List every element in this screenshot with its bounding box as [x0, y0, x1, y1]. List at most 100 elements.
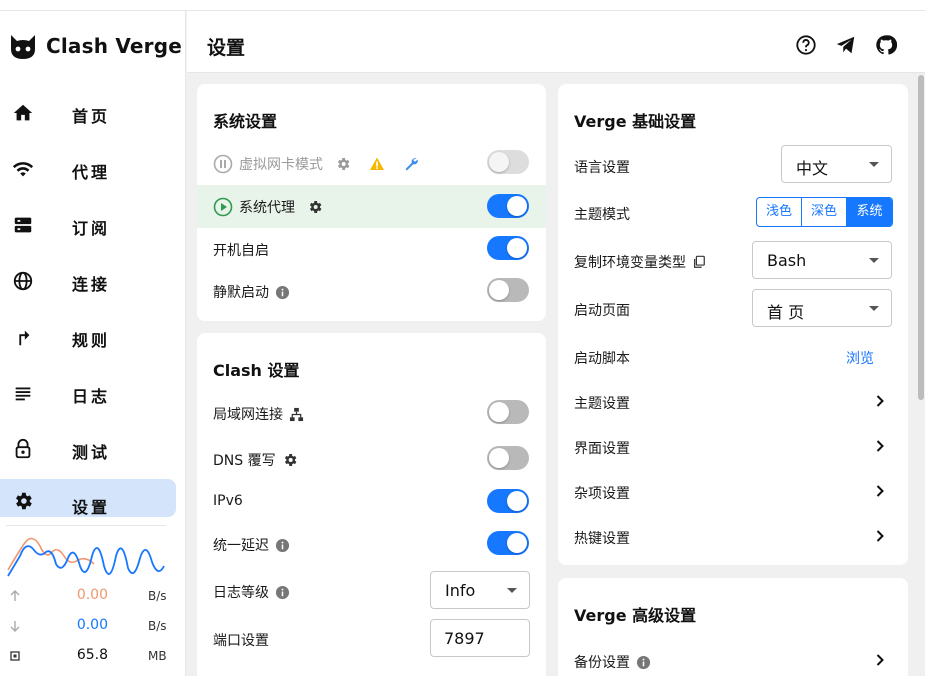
language-label: 语言设置 [574, 160, 630, 176]
dns-toggle[interactable] [487, 446, 529, 470]
download-line [7, 545, 165, 577]
ipv6-row: IPv6 [197, 481, 546, 521]
lan-row: 局域网连接 [197, 392, 546, 432]
start-page-value: 首 页 [767, 303, 805, 322]
telegram-icon[interactable] [835, 34, 857, 56]
page-header: 设置 [187, 11, 925, 73]
system-proxy-toggle[interactable] [487, 194, 529, 218]
chevron-right-icon [876, 530, 884, 542]
sidebar-item-logs[interactable]: 日志 [0, 370, 176, 416]
unified-delay-row: 统一延迟 [197, 523, 546, 563]
globe-icon [13, 271, 33, 291]
silent-start-toggle[interactable] [487, 278, 529, 302]
clash-settings-title: Clash 设置 [213, 361, 300, 380]
sidebar: Clash Verge 首页 代理 订阅 连接 规则 日志 测试 设置 0.00… [0, 11, 186, 676]
app-name: Clash Verge [46, 34, 183, 58]
verge-advanced-card: Verge 高级设置 备份设置 [558, 578, 908, 676]
auto-launch-toggle[interactable] [487, 236, 529, 260]
play-circle-icon [213, 197, 233, 217]
clash-settings-card: Clash 设置 局域网连接 DNS 覆写 IPv6 统一延迟 日志等级 Inf… [197, 333, 546, 676]
app-logo: Clash Verge [8, 31, 182, 61]
main-scrollbar[interactable] [917, 73, 925, 676]
gear-icon [16, 492, 32, 510]
info-icon[interactable] [275, 538, 290, 553]
page-title: 设置 [207, 37, 246, 59]
language-select[interactable]: 中文 [781, 145, 892, 183]
browse-button[interactable]: 浏览 [846, 348, 874, 368]
sidebar-item-home[interactable]: 首页 [0, 90, 176, 136]
sidebar-item-connections[interactable]: 连接 [0, 258, 176, 304]
dns-settings-gear-icon[interactable] [282, 452, 298, 468]
port-row: 端口设置 7897 [197, 618, 546, 658]
silent-start-label: 静默启动 [213, 285, 269, 301]
env-type-select[interactable]: Bash [752, 241, 892, 279]
lines-icon [15, 387, 31, 401]
layout-settings-row[interactable]: 界面设置 [558, 426, 908, 466]
tun-settings-gear-icon[interactable] [335, 156, 351, 172]
unified-delay-toggle[interactable] [487, 531, 529, 555]
info-icon[interactable] [275, 285, 290, 300]
info-icon[interactable] [636, 655, 651, 670]
backup-settings-label: 备份设置 [574, 655, 630, 671]
log-level-select[interactable]: Info [430, 571, 530, 609]
info-icon[interactable] [275, 585, 290, 600]
theme-settings-row[interactable]: 主题设置 [558, 381, 908, 421]
log-level-value: Info [445, 581, 476, 600]
sidebar-item-rules[interactable]: 规则 [0, 314, 176, 360]
copy-icon[interactable] [692, 255, 706, 269]
cat-logo-icon [11, 35, 35, 59]
theme-light-button[interactable]: 浅色 [757, 198, 802, 226]
theme-mode-label: 主题模式 [574, 207, 630, 223]
sidebar-item-test[interactable]: 测试 [0, 426, 176, 472]
theme-mode-segmented: 浅色 深色 系统 [756, 197, 893, 227]
port-input[interactable]: 7897 [430, 619, 530, 657]
tun-mode-label: 虚拟网卡模式 [239, 157, 323, 173]
ipv6-toggle[interactable] [487, 489, 529, 513]
lock-icon [15, 438, 31, 459]
theme-dark-button[interactable]: 深色 [802, 198, 847, 226]
lan-toggle[interactable] [487, 400, 529, 424]
start-page-label: 启动页面 [574, 303, 630, 319]
auto-launch-label: 开机自启 [213, 243, 269, 259]
traffic-graph [6, 525, 166, 585]
start-page-select[interactable]: 首 页 [752, 289, 892, 327]
ipv6-label: IPv6 [213, 493, 243, 509]
scrollbar-thumb[interactable] [918, 75, 924, 400]
wrench-icon[interactable] [403, 156, 419, 172]
github-icon[interactable] [875, 34, 897, 56]
theme-mode-row: 主题模式 浅色 深色 系统 [558, 192, 908, 232]
log-level-label: 日志等级 [213, 585, 269, 601]
verge-basic-card: Verge 基础设置 语言设置 中文 主题模式 浅色 深色 系统 复制环境变量类… [558, 84, 908, 565]
memory-unit: MB [148, 649, 167, 663]
sidebar-item-profiles[interactable]: 订阅 [0, 202, 176, 248]
chevron-right-icon [876, 440, 884, 452]
theme-system-button[interactable]: 系统 [847, 198, 892, 226]
chevron-down-icon [869, 258, 879, 263]
home-icon [13, 104, 33, 121]
arrow-up-icon [10, 590, 20, 601]
backup-settings-row[interactable]: 备份设置 [558, 640, 908, 676]
sidebar-item-label: 规则 [72, 331, 111, 350]
hotkey-settings-row[interactable]: 热键设置 [558, 516, 908, 556]
memory-chip-icon [10, 651, 20, 661]
help-icon[interactable] [795, 34, 817, 56]
verge-basic-title: Verge 基础设置 [574, 112, 697, 131]
port-label: 端口设置 [213, 633, 269, 649]
sidebar-item-settings[interactable]: 设置 [0, 479, 176, 517]
sidebar-item-proxy[interactable]: 代理 [0, 146, 176, 192]
chevron-right-icon [876, 654, 884, 666]
start-page-row: 启动页面 首 页 [558, 288, 908, 328]
warning-icon[interactable] [369, 156, 385, 172]
pause-circle-icon [213, 154, 233, 174]
start-script-row: 启动脚本 浏览 [558, 336, 908, 376]
misc-settings-label: 杂项设置 [574, 486, 630, 502]
system-proxy-row: 系统代理 [197, 185, 546, 228]
auto-launch-row: 开机自启 [197, 228, 546, 268]
network-tree-icon[interactable] [289, 407, 304, 422]
language-value: 中文 [796, 159, 829, 178]
tun-mode-toggle[interactable] [487, 150, 529, 174]
misc-settings-row[interactable]: 杂项设置 [558, 471, 908, 511]
env-type-value: Bash [767, 251, 807, 270]
proxy-settings-gear-icon[interactable] [307, 199, 323, 215]
theme-settings-label: 主题设置 [574, 396, 630, 412]
